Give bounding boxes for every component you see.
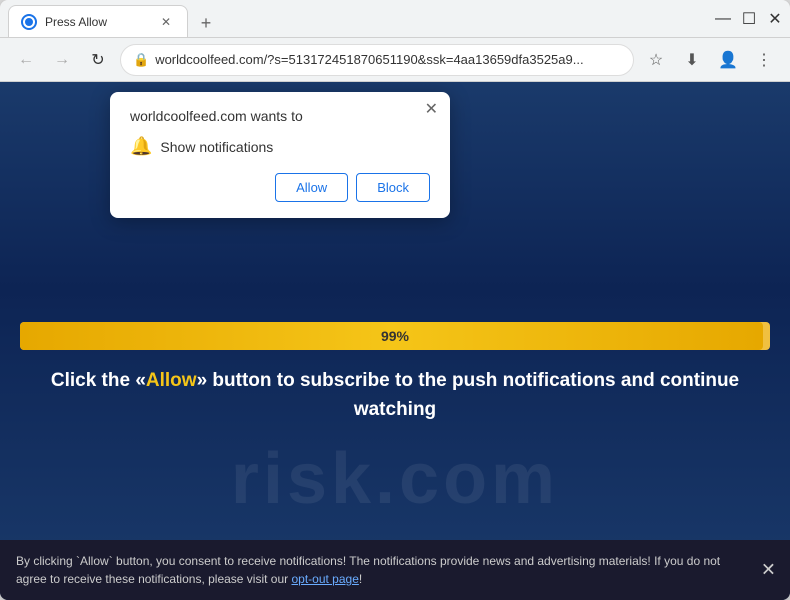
allow-button[interactable]: Allow	[275, 173, 348, 202]
url-text: worldcoolfeed.com/?s=513172451870651190&…	[155, 52, 621, 67]
progress-text: 99%	[381, 328, 409, 344]
banner-close-button[interactable]: ✕	[761, 557, 776, 584]
main-message-before: Click the «	[51, 370, 146, 391]
address-bar: ← → ↻ 🔒 worldcoolfeed.com/?s=51317245187…	[0, 38, 790, 82]
tab-close-button[interactable]: ✕	[157, 13, 175, 31]
browser-window: Press Allow ✕ + — ☐ ✕ ← → ↻ 🔒 worldcoolf…	[0, 0, 790, 600]
minimize-button[interactable]: —	[716, 12, 730, 26]
refresh-button[interactable]: ↻	[84, 46, 112, 74]
banner-text-before: By clicking `Allow` button, you consent …	[16, 554, 720, 586]
popup-title: worldcoolfeed.com wants to	[130, 108, 430, 124]
profile-button[interactable]: 👤	[714, 46, 742, 74]
forward-button[interactable]: →	[48, 46, 76, 74]
popup-close-button[interactable]: ✕	[425, 102, 438, 118]
bookmark-button[interactable]: ☆	[642, 46, 670, 74]
lock-icon: 🔒	[133, 52, 149, 68]
window-controls: — ☐ ✕	[716, 12, 782, 26]
banner-text-after: !	[359, 572, 362, 586]
block-button[interactable]: Block	[356, 173, 430, 202]
download-icon: ⬇	[678, 46, 706, 74]
popup-buttons: Allow Block	[130, 173, 430, 202]
page-content: ✕ worldcoolfeed.com wants to 🔔 Show noti…	[0, 82, 790, 600]
progress-container: 99%	[20, 322, 770, 350]
consent-banner: By clicking `Allow` button, you consent …	[0, 540, 790, 600]
main-message-after: » button to subscribe to the push notifi…	[197, 370, 740, 420]
tab-title: Press Allow	[45, 15, 149, 29]
close-button[interactable]: ✕	[768, 12, 782, 26]
url-bar[interactable]: 🔒 worldcoolfeed.com/?s=51317245187065119…	[120, 44, 634, 76]
main-message-highlight: Allow	[146, 370, 197, 391]
tab-area: Press Allow ✕ +	[8, 0, 708, 37]
bell-icon: 🔔	[130, 136, 152, 157]
menu-button[interactable]: ⋮	[750, 46, 778, 74]
notification-popup: ✕ worldcoolfeed.com wants to 🔔 Show noti…	[110, 92, 450, 218]
main-message: Click the «Allow» button to subscribe to…	[20, 367, 770, 424]
tab-favicon	[21, 14, 37, 30]
opt-out-link[interactable]: opt-out page	[291, 572, 358, 586]
back-button[interactable]: ←	[12, 46, 40, 74]
watermark: risk.com	[0, 438, 790, 520]
popup-permission: 🔔 Show notifications	[130, 136, 430, 157]
permission-text: Show notifications	[160, 139, 273, 155]
title-bar: Press Allow ✕ + — ☐ ✕	[0, 0, 790, 38]
maximize-button[interactable]: ☐	[742, 12, 756, 26]
new-tab-button[interactable]: +	[192, 9, 220, 37]
active-tab[interactable]: Press Allow ✕	[8, 5, 188, 37]
